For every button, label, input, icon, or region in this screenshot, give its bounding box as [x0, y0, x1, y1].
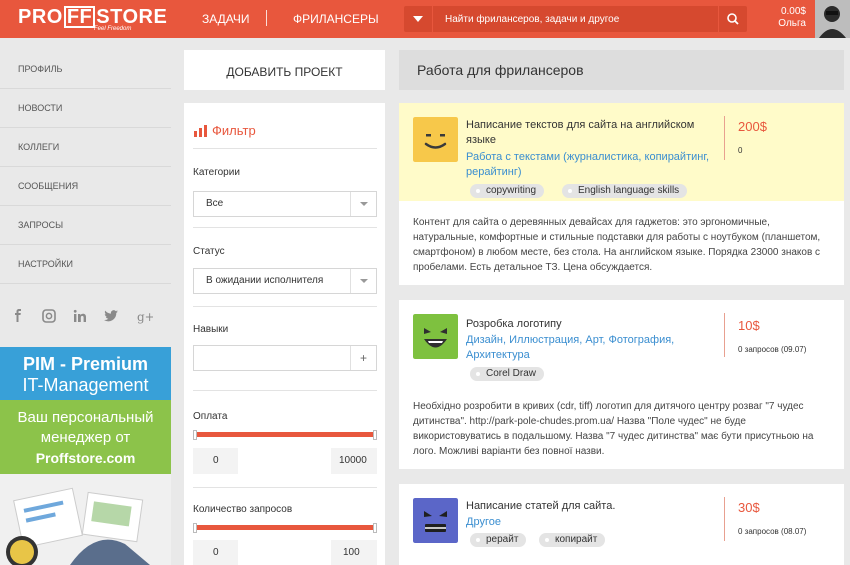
job-tag[interactable]: копирайт [539, 533, 606, 547]
banner-subtitle: IT-Management [22, 375, 149, 395]
job-title[interactable]: Написание статей для сайта. [466, 499, 716, 514]
twitter-icon[interactable] [103, 308, 119, 324]
smiley-icon [413, 314, 458, 359]
add-skill-button[interactable]: + [350, 346, 376, 370]
banner-body: Ваш персональный менеджер от Proffstore.… [0, 400, 171, 474]
instagram-icon[interactable] [41, 308, 57, 324]
slider-max-handle[interactable] [373, 523, 377, 533]
job-tag[interactable]: Corel Draw [470, 367, 545, 381]
jobs-heading: Работа для фрилансеров [399, 50, 844, 90]
divider [193, 487, 377, 488]
job-categories[interactable]: Дизайн, Иллюстрация, Арт, Фотография, Ар… [466, 333, 716, 363]
slider-track [193, 432, 377, 437]
job-card: Розробка логотипу Дизайн, Иллюстрация, А… [399, 300, 844, 469]
job-card: Написание статей для сайта. Другое рерай… [399, 484, 844, 565]
job-title[interactable]: Написание текстов для сайта на английско… [466, 118, 716, 148]
status-label: Статус [193, 246, 225, 257]
slider-max-handle[interactable] [373, 430, 377, 440]
job-description: Контент для сайта о деревянных девайсах … [413, 217, 821, 273]
job-tag[interactable]: copywriting [470, 184, 545, 198]
sidebar-item-profile[interactable]: ПРОФИЛЬ [0, 50, 171, 89]
job-tag[interactable]: English language skills [562, 184, 688, 198]
add-project-button[interactable]: ДОБАВИТЬ ПРОЕКТ [184, 50, 385, 90]
category-label: Категории [193, 167, 240, 178]
nav-divider [266, 10, 267, 26]
job-requests: 0 запросов (09.07) [738, 345, 807, 354]
search-icon [727, 13, 739, 25]
requests-max-input[interactable]: 100 [331, 540, 377, 565]
job-card: Написание текстов для сайта на английско… [399, 103, 844, 285]
sidebar-item-colleagues[interactable]: КОЛЛЕГИ [0, 128, 171, 167]
chart-icon [194, 125, 207, 137]
status-select[interactable]: В ожидании исполнителя [193, 268, 377, 294]
job-price: 30$ [738, 500, 760, 515]
linkedin-icon[interactable] [72, 308, 88, 324]
job-categories[interactable]: Другое [466, 515, 716, 530]
search-input[interactable] [433, 6, 718, 32]
payment-label: Оплата [193, 411, 228, 422]
requests-min-input[interactable]: 0 [193, 540, 238, 565]
job-price: 200$ [738, 119, 767, 134]
avatar-image [815, 0, 850, 38]
divider [193, 227, 377, 228]
facebook-icon[interactable] [10, 308, 26, 324]
payment-max-input[interactable]: 10000 [331, 448, 377, 474]
sidebar-item-settings[interactable]: НАСТРОЙКИ [0, 245, 171, 284]
job-requests: 0 [738, 146, 743, 155]
banner-title: PIM - Premium [22, 354, 149, 374]
nav-tasks[interactable]: ЗАДАЧИ [202, 12, 249, 26]
banner-image [0, 474, 171, 565]
sidebar-item-news[interactable]: НОВОСТИ [0, 89, 171, 128]
divider [724, 497, 725, 541]
banner-illustration [0, 474, 171, 565]
job-title[interactable]: Розробка логотипу [466, 317, 716, 332]
slider-min-handle[interactable] [193, 430, 197, 440]
job-requests: 0 запросов (08.07) [738, 527, 807, 536]
divider [193, 148, 377, 149]
divider [724, 313, 725, 357]
social-links: g+ [0, 302, 171, 332]
logo[interactable]: PRO FF STORE [18, 6, 167, 29]
nav-freelancers[interactable]: ФРИЛАНСЕРЫ [293, 12, 379, 26]
smiley-icon [413, 117, 458, 162]
filter-panel: Фильтр Категории Все Статус В ожидании и… [184, 103, 385, 565]
search-category-dropdown[interactable] [404, 6, 432, 32]
svg-text:g+: g+ [137, 310, 153, 324]
job-price: 10$ [738, 318, 760, 333]
filter-title: Фильтр [194, 123, 256, 138]
smiley-icon [413, 498, 458, 543]
job-tag[interactable]: рерайт [470, 533, 527, 547]
banner-header: PIM - Premium IT-Management [0, 347, 171, 400]
divider [724, 116, 725, 160]
search-button[interactable] [719, 6, 747, 32]
chevron-down-icon [350, 192, 376, 216]
avatar[interactable] [815, 0, 850, 38]
top-bar: PRO FF STORE Feel Freedom ЗАДАЧИ ФРИЛАНСЕР… [0, 0, 850, 38]
user-name: Ольга [778, 18, 806, 29]
requests-label: Количество запросов [193, 504, 293, 515]
requests-slider[interactable] [193, 523, 377, 535]
skills-input[interactable] [194, 346, 349, 370]
balance-value: 0.00$ [780, 6, 806, 17]
skills-field: + [193, 345, 377, 371]
skills-label: Навыки [193, 324, 229, 335]
divider [193, 390, 377, 391]
slider-track [193, 525, 377, 530]
payment-min-input[interactable]: 0 [193, 448, 238, 474]
divider [193, 306, 377, 307]
promo-banner[interactable]: PIM - Premium IT-Management Ваш персонал… [0, 347, 171, 565]
payment-slider[interactable] [193, 430, 377, 442]
user-balance-block[interactable]: 0.00$ Ольга [760, 6, 806, 30]
job-description: Необхідно розробити в кривих (cdr, tiff)… [413, 401, 814, 457]
sidebar-item-messages[interactable]: СООБЩЕНИЯ [0, 167, 171, 206]
job-categories[interactable]: Работа с текстами (журналистика, копирай… [466, 150, 716, 180]
google-plus-icon[interactable]: g+ [137, 308, 153, 324]
sidebar-item-requests[interactable]: ЗАПРОСЫ [0, 206, 171, 245]
slider-min-handle[interactable] [193, 523, 197, 533]
chevron-down-icon [350, 269, 376, 293]
logo-tagline: Feel Freedom [94, 26, 132, 32]
category-select[interactable]: Все [193, 191, 377, 217]
sidebar-menu: ПРОФИЛЬ НОВОСТИ КОЛЛЕГИ СООБЩЕНИЯ ЗАПРОС… [0, 50, 171, 284]
